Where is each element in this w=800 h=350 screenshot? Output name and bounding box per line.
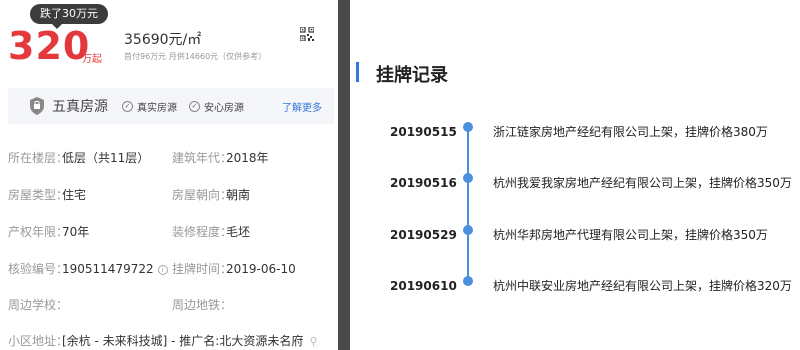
community-value[interactable]: [余杭 - 未来科技城] - 推广名:北大资源未名府 (62, 334, 303, 348)
decoration-label: 装修程度： (172, 225, 233, 239)
record-text: 杭州我爱我家房地产经纪有限公司上架，挂牌价格350万 (493, 176, 792, 190)
decoration-value: 毛坯 (226, 225, 251, 239)
floor-label: 所在楼层： (8, 151, 69, 165)
year-label: 建筑年代： (172, 151, 233, 165)
metro-label: 周边地铁： (172, 298, 233, 312)
floor-row: 所在楼层：低层（共11层） (8, 149, 149, 167)
record-date: 20190529 (390, 228, 457, 242)
unit-price: 35690元/㎡ (124, 32, 202, 48)
timeline-line (467, 127, 469, 283)
down-payment-note: 首付96万元 月供14660元（仅供参考） (124, 52, 267, 61)
panel-divider (338, 0, 350, 350)
check-icon: ✓ (189, 100, 200, 112)
school-label: 周边学校： (8, 298, 69, 312)
timeline-dot (463, 122, 473, 132)
timeline-dot (463, 173, 473, 183)
safe-listing-tag: ✓ 安心房源 (189, 99, 244, 114)
community-row: 小区地址：[余杭 - 未来科技城] - 推广名:北大资源未名府 ⚲ (8, 332, 317, 350)
school-row: 周边学校： (8, 296, 69, 314)
price-unit: 万起 (82, 54, 102, 65)
qr-code-icon[interactable] (300, 27, 314, 41)
listing-time-value: 2019-06-10 (226, 262, 296, 276)
type-value: 住宅 (62, 188, 87, 202)
check-icon: ✓ (122, 100, 133, 112)
history-title: 挂牌记录 (376, 65, 448, 86)
year-row: 建筑年代：2018年 (172, 149, 269, 167)
listing-time-label: 挂牌时间： (172, 262, 233, 276)
code-label: 核验编号： (8, 262, 69, 276)
listing-history-panel: 挂牌记录 20190515 浙江链家房地产经纪有限公司上架，挂牌价格380万 2… (350, 0, 800, 350)
section-accent-bar (356, 62, 359, 82)
metro-row: 周边地铁： (172, 296, 233, 314)
term-value: 70年 (62, 225, 90, 239)
community-label: 小区地址： (8, 334, 69, 348)
total-price: 320 (8, 24, 91, 68)
real-listing-label: 真实房源 (137, 102, 177, 114)
record-text: 杭州华邦房地产代理有限公司上架，挂牌价格350万 (493, 228, 768, 242)
record-text: 浙江链家房地产经纪有限公司上架，挂牌价格380万 (493, 125, 768, 139)
listing-panel: 跌了30万元 320 万起 35690元/㎡ 首付96万元 月供14660元（仅… (0, 0, 338, 350)
listing-time-row: 挂牌时间：2019-06-10 (172, 260, 296, 278)
term-label: 产权年限： (8, 225, 69, 239)
floor-value: 低层（共11层） (62, 151, 150, 165)
type-label: 房屋类型： (8, 188, 69, 202)
timeline-dot (463, 225, 473, 235)
type-row: 房屋类型：住宅 (8, 186, 86, 204)
code-value: 190511479722 (62, 262, 154, 276)
location-pin-icon[interactable]: ⚲ (309, 333, 317, 350)
decoration-row: 装修程度：毛坯 (172, 223, 250, 241)
five-real-banner: 五真房源 ✓ 真实房源 ✓ 安心房源 了解更多 (8, 88, 334, 124)
info-icon[interactable]: i (157, 264, 168, 275)
orientation-value: 朝南 (226, 188, 251, 202)
orientation-label: 房屋朝向： (172, 188, 233, 202)
five-real-title: 五真房源 (52, 99, 108, 115)
record-date: 20190515 (390, 125, 457, 139)
code-row: 核验编号：190511479722 i (8, 260, 168, 278)
timeline-dot (463, 276, 473, 286)
record-date: 20190516 (390, 176, 457, 190)
record-text: 杭州中联安业房地产经纪有限公司上架，挂牌价格320万 (493, 279, 792, 293)
year-value: 2018年 (226, 151, 269, 165)
orientation-row: 房屋朝向：朝南 (172, 186, 250, 204)
price-drop-badge: 跌了30万元 (30, 4, 108, 29)
shield-icon (30, 97, 44, 115)
safe-listing-label: 安心房源 (204, 102, 244, 114)
record-date: 20190610 (390, 279, 457, 293)
term-row: 产权年限：70年 (8, 223, 89, 241)
real-listing-tag: ✓ 真实房源 (122, 99, 177, 114)
learn-more-link[interactable]: 了解更多 (282, 99, 322, 114)
